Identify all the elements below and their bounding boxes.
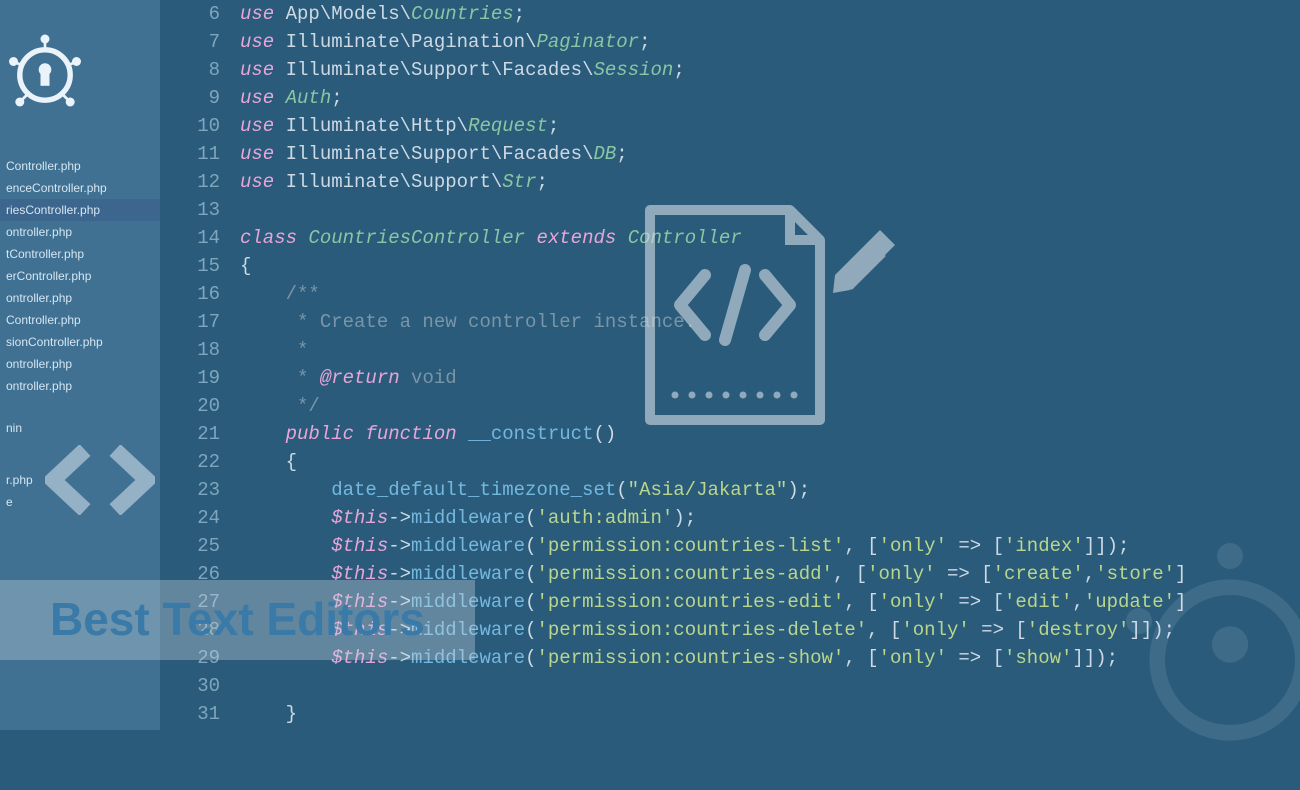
code-line[interactable]: use Illuminate\Support\Facades\DB; xyxy=(240,140,1300,168)
file-item[interactable]: enceController.php xyxy=(0,177,160,199)
file-item[interactable]: Controller.php xyxy=(0,309,160,331)
line-number: 9 xyxy=(160,84,220,112)
line-number: 22 xyxy=(160,448,220,476)
line-number: 31 xyxy=(160,700,220,728)
line-number: 18 xyxy=(160,336,220,364)
line-number: 21 xyxy=(160,420,220,448)
file-item[interactable]: ontroller.php xyxy=(0,375,160,397)
line-number: 17 xyxy=(160,308,220,336)
code-file-pencil-icon xyxy=(620,190,900,440)
angle-brackets-icon xyxy=(45,445,155,515)
file-item[interactable]: Controller.php xyxy=(0,155,160,177)
file-item[interactable]: erController.php xyxy=(0,265,160,287)
line-number: 30 xyxy=(160,672,220,700)
banner-title: Best Text Editors xyxy=(50,592,425,646)
line-number: 6 xyxy=(160,0,220,28)
line-number: 12 xyxy=(160,168,220,196)
line-number: 13 xyxy=(160,196,220,224)
code-line[interactable]: date_default_timezone_set("Asia/Jakarta"… xyxy=(240,476,1300,504)
file-item[interactable]: ontroller.php xyxy=(0,287,160,309)
file-item[interactable]: riesController.php xyxy=(0,199,160,221)
file-list: Controller.phpenceController.phpriesCont… xyxy=(0,155,160,397)
file-item[interactable]: ontroller.php xyxy=(0,221,160,243)
background-logo-icon xyxy=(1100,530,1300,790)
code-line[interactable]: use Auth; xyxy=(240,84,1300,112)
line-number: 20 xyxy=(160,392,220,420)
code-line[interactable]: use Illuminate\Pagination\Paginator; xyxy=(240,28,1300,56)
site-logo-icon xyxy=(0,30,90,120)
line-number: 11 xyxy=(160,140,220,168)
code-line[interactable]: use Illuminate\Support\Facades\Session; xyxy=(240,56,1300,84)
line-number: 14 xyxy=(160,224,220,252)
file-item[interactable]: nin xyxy=(0,417,160,439)
file-item[interactable]: sionController.php xyxy=(0,331,160,353)
line-number: 23 xyxy=(160,476,220,504)
line-number: 10 xyxy=(160,112,220,140)
code-line[interactable]: $this->middleware('auth:admin'); xyxy=(240,504,1300,532)
title-banner: Best Text Editors xyxy=(0,580,475,660)
line-number: 8 xyxy=(160,56,220,84)
file-item[interactable]: ontroller.php xyxy=(0,353,160,375)
code-line[interactable]: use Illuminate\Http\Request; xyxy=(240,112,1300,140)
line-number: 24 xyxy=(160,504,220,532)
code-line[interactable]: { xyxy=(240,448,1300,476)
line-number: 25 xyxy=(160,532,220,560)
file-item[interactable]: tController.php xyxy=(0,243,160,265)
line-number: 19 xyxy=(160,364,220,392)
line-number: 16 xyxy=(160,280,220,308)
line-number: 15 xyxy=(160,252,220,280)
line-number: 7 xyxy=(160,28,220,56)
code-line[interactable]: use App\Models\Countries; xyxy=(240,0,1300,28)
